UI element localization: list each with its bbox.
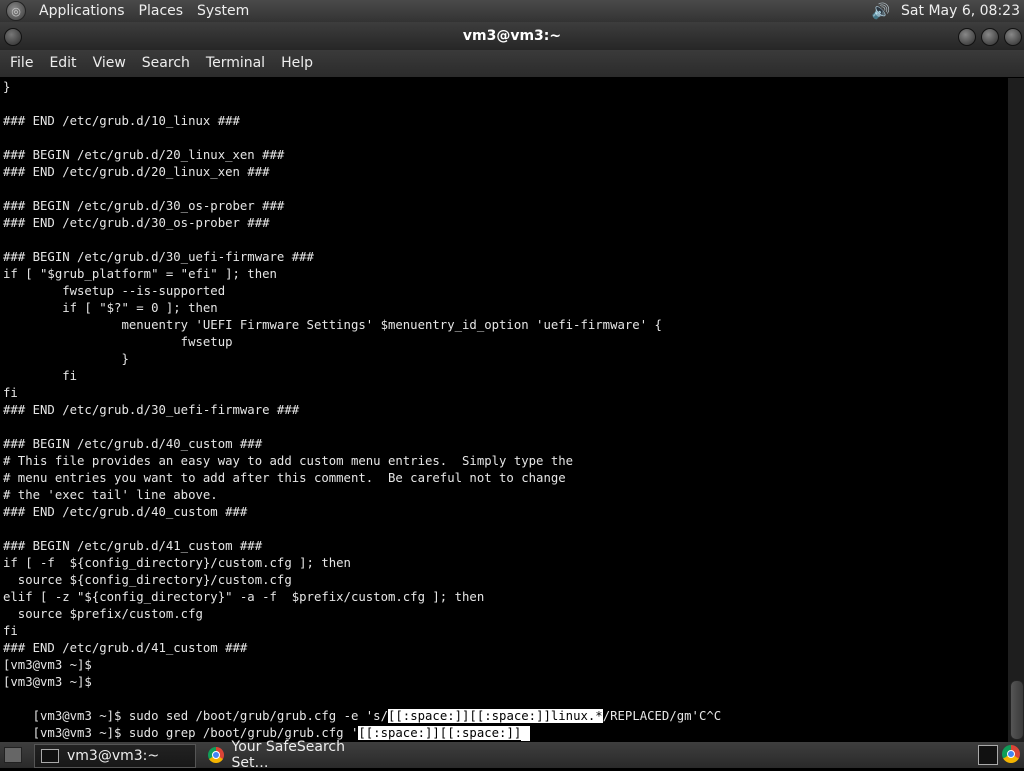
terminal-line: ### END /etc/grub.d/30_os-prober ### <box>3 216 270 230</box>
taskbar-item-chrome[interactable]: Your SafeSearch Set… <box>202 739 382 771</box>
terminal-icon <box>41 749 59 763</box>
terminal-line: ### END /etc/grub.d/41_custom ### <box>3 641 248 655</box>
terminal-line: # This file provides an easy way to add … <box>3 454 574 468</box>
terminal-line: [vm3@vm3 ~]$ <box>3 658 92 672</box>
terminal-line: fwsetup --is-supported <box>3 284 226 298</box>
taskbar-item-terminal[interactable]: vm3@vm3:~ <box>34 744 196 768</box>
terminal-line: } <box>3 80 11 94</box>
window-title: vm3@vm3:~ <box>462 28 562 44</box>
terminal-line: ### END /etc/grub.d/30_uefi-firmware ### <box>3 403 300 417</box>
tray-chrome-icon[interactable] <box>1002 745 1020 763</box>
terminal-line: if [ "$grub_platform" = "efi" ]; then <box>3 267 277 281</box>
applications-menu[interactable]: Applications <box>32 0 132 22</box>
terminal-line: ### BEGIN /etc/grub.d/40_custom ### <box>3 437 263 451</box>
terminal-line: ### END /etc/grub.d/40_custom ### <box>3 505 248 519</box>
terminal-line: fi <box>3 369 78 383</box>
bottom-panel: vm3@vm3:~ Your SafeSearch Set… <box>0 739 1024 771</box>
terminal-line: source $prefix/custom.cfg <box>3 607 203 621</box>
terminal-line: fwsetup <box>3 335 233 349</box>
terminal-line: ### BEGIN /etc/grub.d/41_custom ### <box>3 539 263 553</box>
terminal-line: } <box>3 352 129 366</box>
terminal-line: # the 'exec tail' line above. <box>3 488 218 502</box>
top-panel: ◎ Applications Places System 🔊 Sat May 6… <box>0 0 1024 22</box>
volume-icon[interactable]: 🔊 <box>869 2 893 20</box>
terminal-line: ### BEGIN /etc/grub.d/20_linux_xen ### <box>3 148 285 162</box>
places-menu[interactable]: Places <box>132 0 191 22</box>
menu-terminal[interactable]: Terminal <box>198 50 273 77</box>
terminal-line: ### END /etc/grub.d/20_linux_xen ### <box>3 165 270 179</box>
terminal-line: menuentry 'UEFI Firmware Settings' $menu… <box>3 318 662 332</box>
terminal-output[interactable]: } ### END /etc/grub.d/10_linux ### ### BEG… <box>0 78 1008 742</box>
terminal-line: elif [ -z "${config_directory}" -a -f $p… <box>3 590 485 604</box>
gnome-foot-icon[interactable]: ◎ <box>6 1 26 21</box>
show-desktop-icon[interactable] <box>4 747 22 763</box>
terminal-line: source ${config_directory}/custom.cfg <box>3 573 292 587</box>
scrollbar-thumb[interactable] <box>1010 680 1024 740</box>
terminal-menubar: File Edit View Search Terminal Help <box>0 50 1024 77</box>
terminal-line: if [ "$?" = 0 ]; then <box>3 301 218 315</box>
tray-terminal-icon[interactable] <box>978 745 998 765</box>
notification-tray <box>978 745 1020 765</box>
taskbar-item-label: Your SafeSearch Set… <box>231 739 345 771</box>
chrome-icon <box>208 747 224 763</box>
menu-search[interactable]: Search <box>134 50 198 77</box>
terminal-line: [vm3@vm3 ~]$ <box>3 675 92 689</box>
taskbar-item-label: vm3@vm3:~ <box>67 748 160 764</box>
text-cursor <box>521 726 531 741</box>
terminal-line: ### END /etc/grub.d/10_linux ### <box>3 114 240 128</box>
sed-command-suffix: /REPLACED/gm'C^C <box>602 709 722 723</box>
maximize-button[interactable] <box>981 28 999 46</box>
terminal-line: if [ -f ${config_directory}/custom.cfg ]… <box>3 556 351 570</box>
minimize-button[interactable] <box>958 28 976 46</box>
window-titlebar[interactable]: vm3@vm3:~ <box>0 22 1024 50</box>
terminal-line: ### BEGIN /etc/grub.d/30_os-prober ### <box>3 199 285 213</box>
terminal-scrollbar[interactable] <box>1008 78 1024 742</box>
grep-command-line: [vm3@vm3 ~]$ sudo grep /boot/grub/grub.c… <box>3 708 531 741</box>
system-menu[interactable]: System <box>190 0 256 22</box>
menu-file[interactable]: File <box>0 50 41 77</box>
terminal-line: fi <box>3 386 18 400</box>
grep-command-prefix: [vm3@vm3 ~]$ sudo grep /boot/grub/grub.c… <box>32 726 359 740</box>
terminal-line: ### BEGIN /etc/grub.d/30_uefi-firmware #… <box>3 250 314 264</box>
sed-command-line: [vm3@vm3 ~]$ sudo sed /boot/grub/grub.cf… <box>3 691 721 723</box>
menu-view[interactable]: View <box>85 50 134 77</box>
menu-edit[interactable]: Edit <box>41 50 84 77</box>
panel-clock[interactable]: Sat May 6, 08:23 <box>901 3 1024 19</box>
terminal-line: fi <box>3 624 18 638</box>
grep-selection-highlight: [[:space:]][[:space:]] <box>358 726 522 740</box>
menu-help[interactable]: Help <box>273 50 321 77</box>
terminal-line: # menu entries you want to add after thi… <box>3 471 566 485</box>
close-button[interactable] <box>1004 28 1022 46</box>
